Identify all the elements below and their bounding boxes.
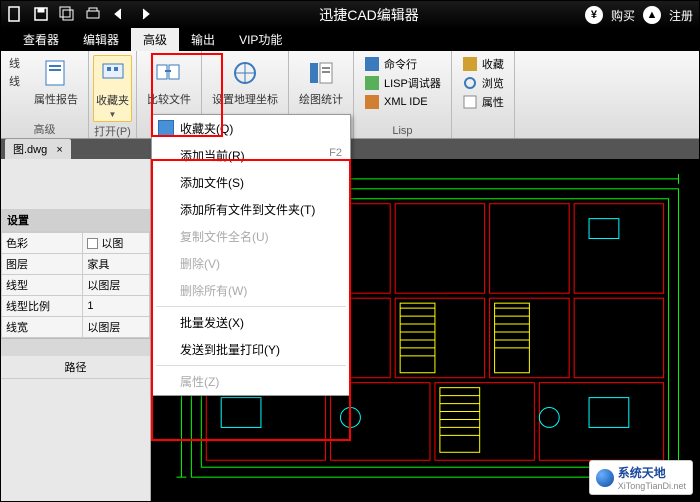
register-link[interactable]: 注册 [669,7,693,24]
currency-icon: ¥ [585,6,603,24]
table-row: 图层家具 [2,254,150,275]
xml-ide-button[interactable]: XML IDE [362,93,443,111]
menu-add-all-to-folder[interactable]: 添加所有文件到文件夹(T) [152,196,350,223]
line-label[interactable]: 线 [9,55,20,71]
save-all-icon[interactable] [59,6,75,25]
app-title: 迅捷CAD编辑器 [153,5,585,25]
attr-button[interactable]: 属性 [460,93,506,111]
tab-viewer[interactable]: 查看器 [11,28,71,51]
doc-tab[interactable]: 图.dwg × [5,139,71,159]
menu-add-file[interactable]: 添加文件(S) [152,169,350,196]
menu-delete: 删除(V) [152,250,350,277]
close-icon[interactable]: × [56,144,62,156]
menu-add-current[interactable]: 添加当前(R)F2 [152,142,350,169]
properties-table: 色彩以图 图层家具 线型以图层 线型比例1 线宽以图层 [1,232,150,338]
ribbon-group-lisp: 命令行 LISP调试器 XML IDE Lisp [354,51,452,138]
tab-output[interactable]: 输出 [179,28,227,51]
save-icon[interactable] [33,6,49,25]
path-label: 路径 [1,356,150,379]
ribbon-group-favorites: 收藏夹 ▼ 打开(P) [89,51,137,138]
geo-coord-button[interactable]: 设置地理坐标 [210,55,280,109]
menu-batch-send[interactable]: 批量发送(X) [152,309,350,336]
group-title-lisp: Lisp [392,124,412,137]
ribbon-group-advanced: 线 线 属性报告 高级 [1,51,89,138]
table-row: 线型以图层 [2,275,150,296]
menu-send-to-batch-print[interactable]: 发送到批量打印(Y) [152,336,350,363]
menu-separator [156,306,346,307]
attr-report-button[interactable]: 属性报告 [32,55,80,109]
compare-files-button[interactable]: 比较文件 [145,55,193,109]
titlebar: 迅捷CAD编辑器 ¥ 购买 ▲ 注册 [1,1,699,29]
checkbox-icon [87,238,98,249]
undo-icon[interactable] [111,6,127,25]
ribbon-group-extra: 收藏 浏览 属性 [452,51,515,138]
tab-advanced[interactable]: 高级 [131,28,179,51]
new-icon[interactable] [7,6,23,25]
menu-favorites[interactable]: 收藏夹(Q) [152,115,350,142]
properties-panel: 设置 色彩以图 图层家具 线型以图层 线型比例1 线宽以图层 路径 [1,159,151,501]
menu-delete-all: 删除所有(W) [152,277,350,304]
menu-properties: 属性(Z) [152,368,350,395]
browse-button[interactable]: 浏览 [460,74,506,92]
menu-copy-fullname: 复制文件全名(U) [152,223,350,250]
chevron-down-icon: ▼ [109,110,117,119]
main-tabs: 查看器 编辑器 高级 输出 VIP功能 [1,29,699,51]
polyline-label[interactable]: 线 [9,73,20,89]
table-row: 线型比例1 [2,296,150,317]
redo-icon[interactable] [137,6,153,25]
settings-header: 设置 [1,209,150,232]
open-label: 打开(P) [94,122,131,139]
buy-link[interactable]: 购买 [611,7,635,24]
table-row: 线宽以图层 [2,317,150,338]
cmdline-button[interactable]: 命令行 [362,55,443,73]
favorites-dropdown: 收藏夹(Q) 添加当前(R)F2 添加文件(S) 添加所有文件到文件夹(T) 复… [151,114,351,396]
drawing-stats-button[interactable]: 绘图统计 [297,55,345,109]
favorites-button[interactable]: 收藏夹 ▼ [93,55,132,122]
fav-button[interactable]: 收藏 [460,55,506,73]
print-icon[interactable] [85,6,101,25]
user-icon: ▲ [643,6,661,24]
logo-icon [596,469,614,487]
menu-separator [156,365,346,366]
tab-vip[interactable]: VIP功能 [227,28,294,51]
watermark-logo: 系统天地 XiTongTianDi.net [589,460,693,495]
group-title-advanced: 高级 [34,120,56,137]
table-row: 色彩以图 [2,233,150,254]
tab-editor[interactable]: 编辑器 [71,28,131,51]
lisp-debugger-button[interactable]: LISP调试器 [362,74,443,92]
